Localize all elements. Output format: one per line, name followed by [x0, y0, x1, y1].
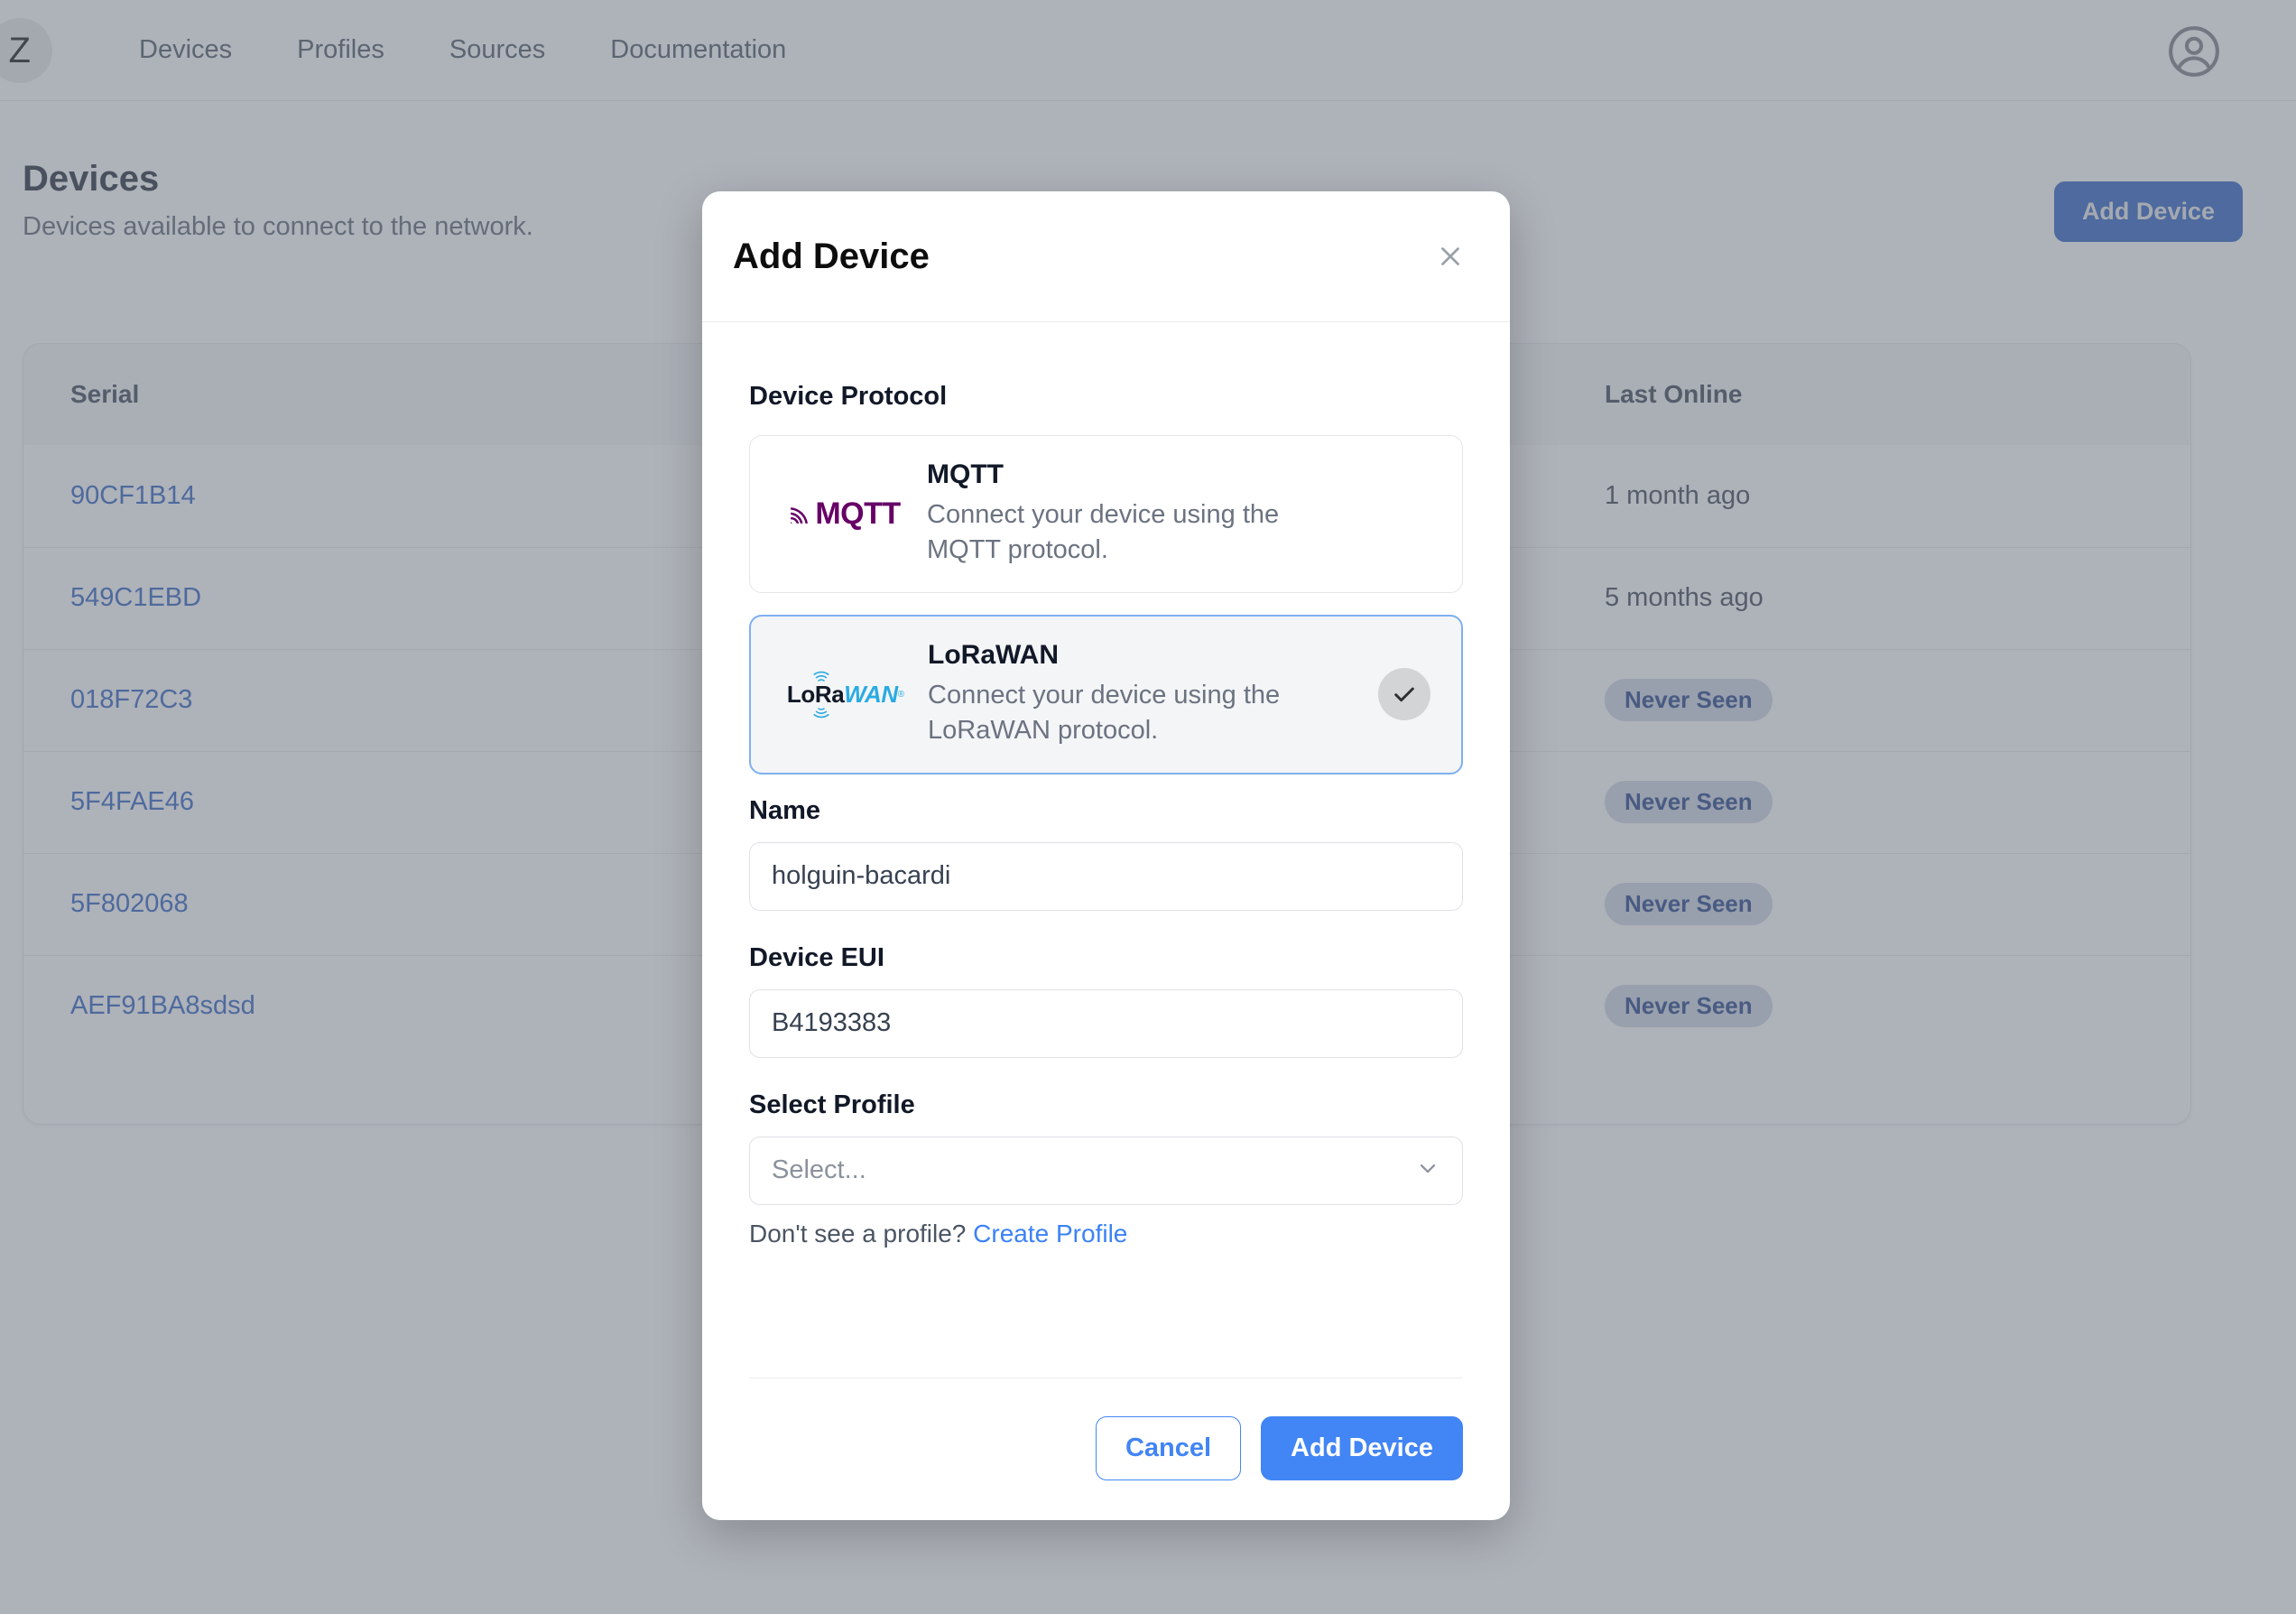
select-profile-field-group: Select Profile Select... Don't see a pro… [749, 1090, 1463, 1248]
device-serial-link[interactable]: 5F802068 [70, 889, 189, 918]
modal-body: Device Protocol MQTT MQTT Connect your d… [702, 322, 1510, 1377]
cell-last-online: Never Seen [1558, 852, 2190, 955]
add-device-modal: Add Device Device Protocol MQTT MQTT Con… [702, 191, 1510, 1520]
device-protocol-label: Device Protocol [749, 382, 948, 411]
protocol-description-lorawan: Connect your device using the LoRaWAN pr… [928, 680, 1281, 746]
status-badge: Never Seen [1605, 985, 1773, 1028]
protocol-name-mqtt: MQTT [927, 459, 1004, 489]
cell-last-online: Never Seen [1558, 750, 2190, 853]
cell-last-online: 5 months ago [1558, 546, 2190, 649]
nav-item-profiles[interactable]: Profiles [264, 26, 417, 74]
modal-footer: Cancel Add Device [702, 1377, 1510, 1520]
close-icon[interactable] [1427, 233, 1474, 280]
nav-item-devices[interactable]: Devices [106, 26, 264, 74]
cell-last-online: Never Seen [1558, 648, 2190, 751]
mqtt-logo-text: MQTT [815, 496, 901, 531]
name-input[interactable] [749, 841, 1463, 911]
brand-logo-letter: Z [8, 30, 32, 70]
nav-item-sources[interactable]: Sources [417, 26, 578, 74]
status-badge: Never Seen [1605, 883, 1773, 925]
protocol-option-lorawan[interactable]: LoRa WAN ® LoRaWAN Connect your device u… [749, 614, 1463, 775]
lorawan-logo: LoRa WAN ® [778, 671, 913, 719]
device-serial-link[interactable]: AEF91BA8sdsd [70, 991, 255, 1020]
modal-add-device-button[interactable]: Add Device [1261, 1416, 1463, 1480]
name-field-group: Name [749, 796, 1463, 911]
status-badge: Never Seen [1605, 679, 1773, 721]
trademark-mark: ® [897, 689, 905, 700]
device-serial-link[interactable]: 549C1EBD [70, 583, 201, 612]
select-profile-label: Select Profile [749, 1090, 915, 1119]
last-online-text: 1 month ago [1605, 480, 1751, 510]
device-serial-link[interactable]: 018F72C3 [70, 685, 192, 714]
footer-divider [749, 1377, 1463, 1378]
user-circle-icon[interactable] [2166, 23, 2222, 79]
lorawan-logo-text-lora: LoRa [786, 680, 845, 708]
select-profile-dropdown[interactable]: Select... [749, 1136, 1463, 1205]
profile-hint-text: Don't see a profile? [749, 1219, 974, 1248]
device-serial-link[interactable]: 90CF1B14 [70, 481, 196, 510]
cancel-button[interactable]: Cancel [1095, 1416, 1242, 1480]
nav-item-documentation[interactable]: Documentation [578, 26, 819, 74]
check-icon [1378, 668, 1430, 721]
protocol-text-mqtt: MQTT Connect your device using the MQTT … [912, 459, 1435, 569]
device-serial-link[interactable]: 5F4FAE46 [70, 787, 194, 816]
brand-logo[interactable]: Z [0, 18, 52, 83]
last-online-text: 5 months ago [1605, 583, 1764, 612]
modal-title: Add Device [733, 236, 930, 276]
lorawan-logo-text-wan: WAN [844, 680, 898, 708]
mqtt-logo: MQTT [777, 496, 912, 532]
add-device-button[interactable]: Add Device [2053, 181, 2243, 242]
name-field-label: Name [749, 795, 820, 825]
cell-last-online: 1 month ago [1558, 445, 2190, 547]
footer-buttons: Cancel Add Device [749, 1416, 1463, 1480]
nav-links: Devices Profiles Sources Documentation [106, 26, 819, 74]
modal-header: Add Device [702, 191, 1510, 322]
protocol-text-lorawan: LoRaWAN Connect your device using the Lo… [913, 640, 1378, 749]
device-eui-input[interactable] [749, 988, 1463, 1058]
select-profile-value: Select... [772, 1155, 866, 1185]
protocol-description-mqtt: Connect your device using the MQTT proto… [927, 500, 1280, 565]
top-navigation-bar: Z Devices Profiles Sources Documentation [0, 0, 2296, 101]
column-header-last-online[interactable]: Last Online [1558, 344, 2190, 445]
device-eui-field-label: Device EUI [749, 942, 884, 972]
protocol-name-lorawan: LoRaWAN [928, 639, 1059, 670]
chevron-down-icon [1415, 1155, 1440, 1185]
create-profile-link[interactable]: Create Profile [973, 1220, 1127, 1248]
status-badge: Never Seen [1605, 781, 1773, 823]
protocol-option-mqtt[interactable]: MQTT MQTT Connect your device using the … [749, 435, 1463, 593]
device-eui-field-group: Device EUI [749, 943, 1463, 1058]
cell-last-online: Never Seen [1558, 954, 2190, 1057]
profile-hint: Don't see a profile? Create Profile [749, 1220, 1463, 1248]
